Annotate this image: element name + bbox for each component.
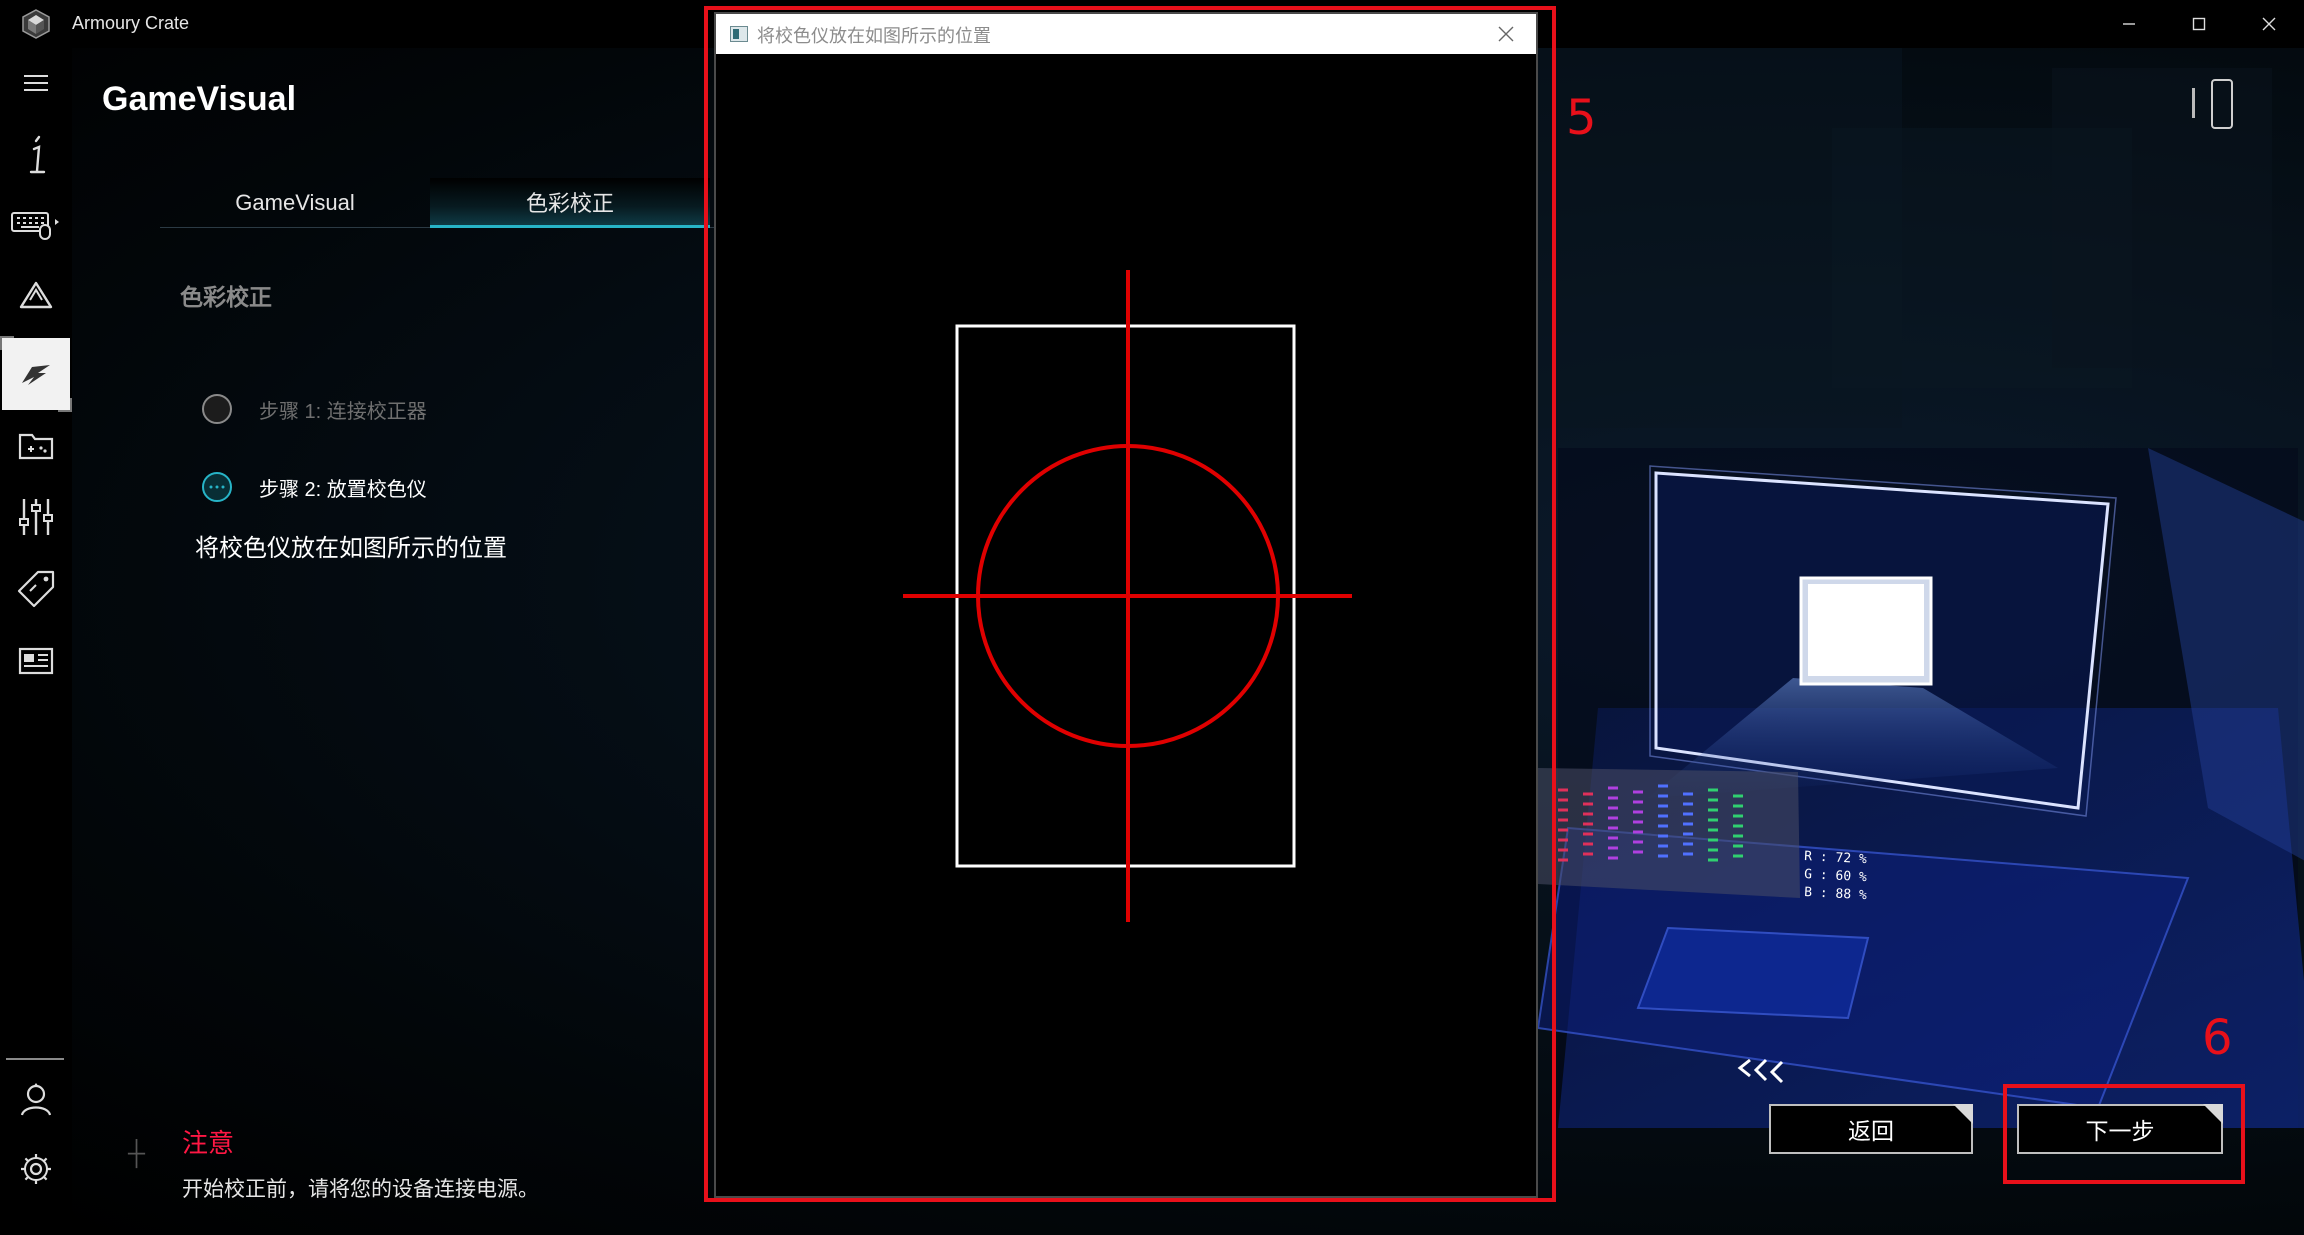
step-instruction: 将校色仪放在如图所示的位置 [195,535,507,562]
tab-gamevisual[interactable]: GameVisual [160,178,430,228]
cursor-crosshair-icon: ┼ [128,1140,146,1167]
sidebar-item-device[interactable] [0,120,72,190]
section-title: 色彩校正 [180,284,272,310]
notice-title: 注意 [182,1128,235,1158]
app-title: Armoury Crate [72,13,190,33]
scenario-profiles-icon [19,499,53,535]
sidebar-item-user-center[interactable] [0,1064,72,1134]
tab-color-calibration[interactable]: 色彩校正 [430,178,710,228]
annotation-box-5 [704,6,1556,1202]
more-dots-icon [209,485,225,489]
game-library-icon [18,433,54,460]
sidebar-item-aura[interactable] [0,260,72,330]
news-icon [18,647,54,675]
calibration-illustration: R : 72 % G : 60 % B : 88 % [1538,448,2304,1128]
keyboard-icon [11,212,59,240]
sidebar-divider [6,1058,64,1060]
deals-tag-icon [17,570,55,608]
page-title: GameVisual [102,80,297,118]
minimize-button[interactable] [2095,0,2163,48]
aura-icon [19,281,53,309]
step-1: 步骤 1: 连接校正器 [202,392,427,426]
back-button[interactable]: 返回 [1769,1104,1973,1154]
maximize-button[interactable] [2165,0,2233,48]
sidebar [0,48,72,1235]
sidebar-item-news[interactable] [0,626,72,696]
notice-text: 开始校正前，请将您的设备连接电源。 [182,1178,539,1201]
device-info-icon [29,135,46,174]
close-button[interactable] [2235,0,2303,48]
sidebar-item-scenario-profiles[interactable] [0,482,72,552]
gamevisual-icon [22,365,50,385]
sidebar-item-gamevisual[interactable] [0,336,72,412]
sidebar-item-game-library[interactable] [0,410,72,480]
step-1-label: 步骤 1: 连接校正器 [259,400,427,423]
close-icon [2262,17,2276,31]
annotation-box-6 [2003,1084,2245,1184]
sidebar-item-keyboard[interactable] [0,190,72,260]
sidebar-item-deals[interactable] [0,554,72,624]
step-current-indicator [202,472,232,502]
menu-icon [24,75,48,91]
annotation-label-6: 6 [2202,1010,2233,1066]
sidebar-menu-button[interactable] [0,48,72,118]
user-center-icon [20,1083,52,1116]
armoury-crate-logo-icon [22,9,50,39]
annotation-label-5: 5 [1566,90,1597,146]
step-2: 步骤 2: 放置校色仪 [202,470,427,504]
minimize-icon [2123,23,2135,25]
step-completed-indicator [202,394,232,424]
sidebar-item-settings[interactable] [0,1134,72,1204]
maximize-icon [2192,17,2206,31]
tab-bar: GameVisual 色彩校正 [160,178,790,228]
settings-gear-icon [21,1154,51,1184]
step-2-label: 步骤 2: 放置校色仪 [259,478,427,501]
